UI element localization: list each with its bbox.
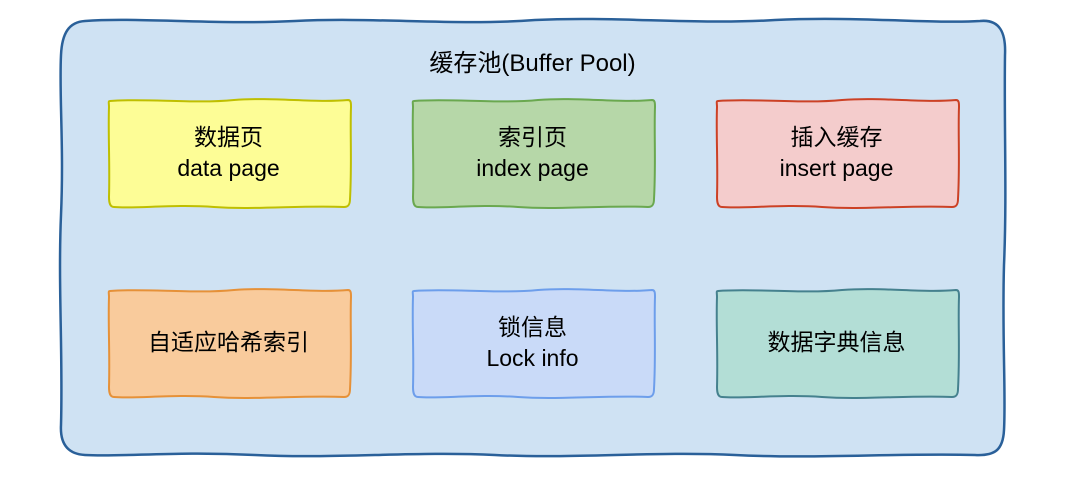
box-label-primary: 索引页: [476, 122, 589, 153]
box-label-secondary: Lock info: [486, 343, 578, 374]
box-label-primary: 插入缓存: [780, 122, 894, 153]
diagram-box: 数据页data page: [104, 93, 354, 213]
box-label-secondary: insert page: [780, 153, 894, 184]
box-label-primary: 自适应哈希索引: [148, 327, 309, 358]
diagram-box: 数据字典信息: [712, 283, 962, 403]
box-label-secondary: data page: [177, 153, 279, 184]
diagram-box: 插入缓存insert page: [712, 93, 962, 213]
box-label-secondary: index page: [476, 153, 589, 184]
box-label-primary: 锁信息: [486, 312, 578, 343]
diagram-box: 索引页index page: [408, 93, 658, 213]
diagram-box: 自适应哈希索引: [104, 283, 354, 403]
buffer-pool-container: 缓存池(Buffer Pool) 数据页data page 索引页index pa…: [55, 15, 1010, 460]
box-label-primary: 数据字典信息: [768, 327, 906, 358]
box-grid: 数据页data page 索引页index page 插入缓存insert page…: [103, 93, 962, 438]
box-label-primary: 数据页: [177, 122, 279, 153]
diagram-box: 锁信息Lock info: [408, 283, 658, 403]
diagram-title: 缓存池(Buffer Pool): [55, 43, 1010, 78]
